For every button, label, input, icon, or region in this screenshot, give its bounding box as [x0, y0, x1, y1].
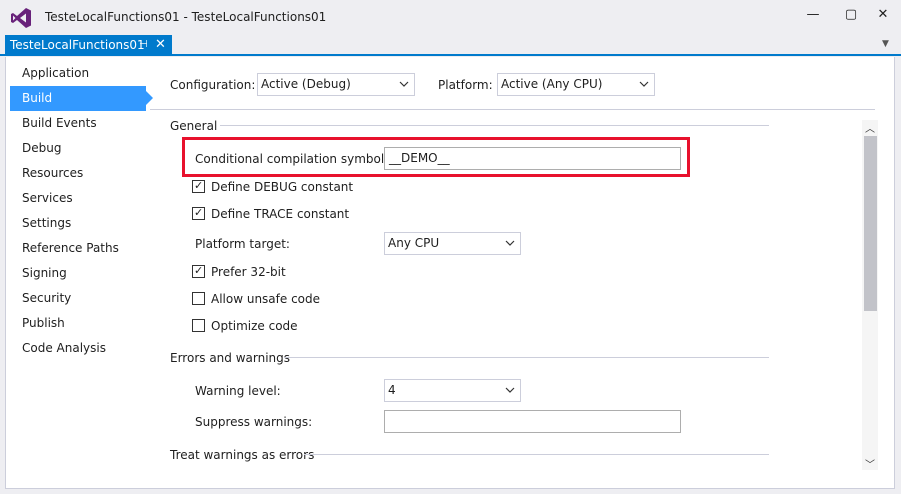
- define-debug-label: Define DEBUG constant: [211, 180, 354, 194]
- chevron-down-icon: [505, 240, 515, 246]
- checkmark-icon: ✓: [194, 179, 204, 192]
- close-tab-icon[interactable]: ✕: [155, 35, 169, 55]
- configuration-value: Active (Debug): [261, 77, 351, 91]
- scroll-up-icon[interactable]: ︿: [865, 120, 875, 135]
- platform-target-select[interactable]: Any CPU: [384, 232, 521, 255]
- config-divider: [150, 109, 875, 110]
- title-bar: TesteLocalFunctions01 - TesteLocalFuncti…: [0, 0, 901, 35]
- sidebar-item-settings[interactable]: Settings: [10, 211, 146, 236]
- maximize-button[interactable]: ▢: [836, 5, 866, 25]
- checkmark-icon: ✓: [194, 206, 204, 219]
- define-debug-checkbox[interactable]: ✓: [192, 179, 205, 193]
- window-title: TesteLocalFunctions01 - TesteLocalFuncti…: [45, 10, 327, 24]
- document-tab[interactable]: TesteLocalFunctions01 ⊣ ✕: [5, 35, 172, 56]
- sidebar-item-services[interactable]: Services: [10, 186, 146, 211]
- sidebar-item-reference-paths[interactable]: Reference Paths: [10, 236, 146, 261]
- prefer-32bit-label: Prefer 32-bit: [211, 265, 286, 279]
- tab-dropdown-icon[interactable]: ▼: [882, 39, 889, 49]
- optimize-code-label: Optimize code: [211, 319, 298, 333]
- suppress-warnings-label: Suppress warnings:: [195, 415, 313, 429]
- allow-unsafe-checkbox[interactable]: [192, 292, 205, 305]
- chevron-down-icon: [505, 387, 515, 393]
- sidebar-item-build-events[interactable]: Build Events: [10, 111, 146, 136]
- platform-select[interactable]: Active (Any CPU): [497, 73, 655, 96]
- prefer-32bit-checkbox[interactable]: ✓: [192, 264, 205, 278]
- close-window-button[interactable]: ✕: [868, 5, 898, 25]
- sidebar-item-debug[interactable]: Debug: [10, 136, 146, 161]
- suppress-warnings-input[interactable]: [384, 410, 681, 433]
- scrollbar-thumb[interactable]: [864, 136, 877, 311]
- conditional-symbols-input[interactable]: __DEMO__: [384, 147, 681, 170]
- chevron-down-icon: [399, 81, 409, 87]
- treat-warnings-heading: Treat warnings as errors: [170, 448, 315, 462]
- sidebar-item-signing[interactable]: Signing: [10, 261, 146, 286]
- allow-unsafe-label: Allow unsafe code: [211, 292, 321, 306]
- checkmark-icon: ✓: [194, 264, 204, 277]
- sidebar-item-resources[interactable]: Resources: [10, 161, 146, 186]
- platform-value: Active (Any CPU): [501, 77, 603, 91]
- selected-arrow-icon: [146, 91, 153, 105]
- platform-target-value: Any CPU: [388, 236, 440, 250]
- warning-level-label: Warning level:: [195, 384, 281, 398]
- visual-studio-logo-icon: [11, 8, 31, 28]
- conditional-symbols-label: Conditional compilation symbols:: [195, 152, 395, 166]
- general-heading: General: [170, 119, 218, 133]
- sidebar-item-code-analysis[interactable]: Code Analysis: [10, 336, 146, 361]
- optimize-code-checkbox[interactable]: [192, 319, 205, 332]
- define-trace-label: Define TRACE constant: [211, 207, 350, 221]
- chevron-down-icon: [639, 81, 649, 87]
- errors-warnings-heading: Errors and warnings: [170, 351, 291, 365]
- sidebar-item-application[interactable]: Application: [10, 61, 146, 86]
- configuration-label: Configuration:: [170, 78, 256, 92]
- platform-target-label: Platform target:: [195, 237, 290, 251]
- warning-level-value: 4: [388, 383, 396, 397]
- pin-icon[interactable]: ⊣: [139, 35, 151, 55]
- minimize-button[interactable]: —: [798, 5, 828, 25]
- define-trace-checkbox[interactable]: ✓: [192, 206, 205, 220]
- document-tab-strip: TesteLocalFunctions01 ⊣ ✕ ▼: [0, 35, 901, 56]
- sidebar-item-publish[interactable]: Publish: [10, 311, 146, 336]
- errors-divider: [284, 357, 769, 358]
- warning-level-select[interactable]: 4: [384, 379, 521, 402]
- sidebar-item-security[interactable]: Security: [10, 286, 146, 311]
- configuration-select[interactable]: Active (Debug): [257, 73, 415, 96]
- treat-divider: [304, 454, 769, 455]
- document-tab-label: TesteLocalFunctions01: [10, 38, 145, 52]
- scroll-down-icon[interactable]: ﹀: [865, 456, 875, 471]
- sidebar-item-build[interactable]: Build: [10, 86, 146, 111]
- general-divider: [220, 125, 769, 126]
- platform-label: Platform:: [438, 78, 493, 92]
